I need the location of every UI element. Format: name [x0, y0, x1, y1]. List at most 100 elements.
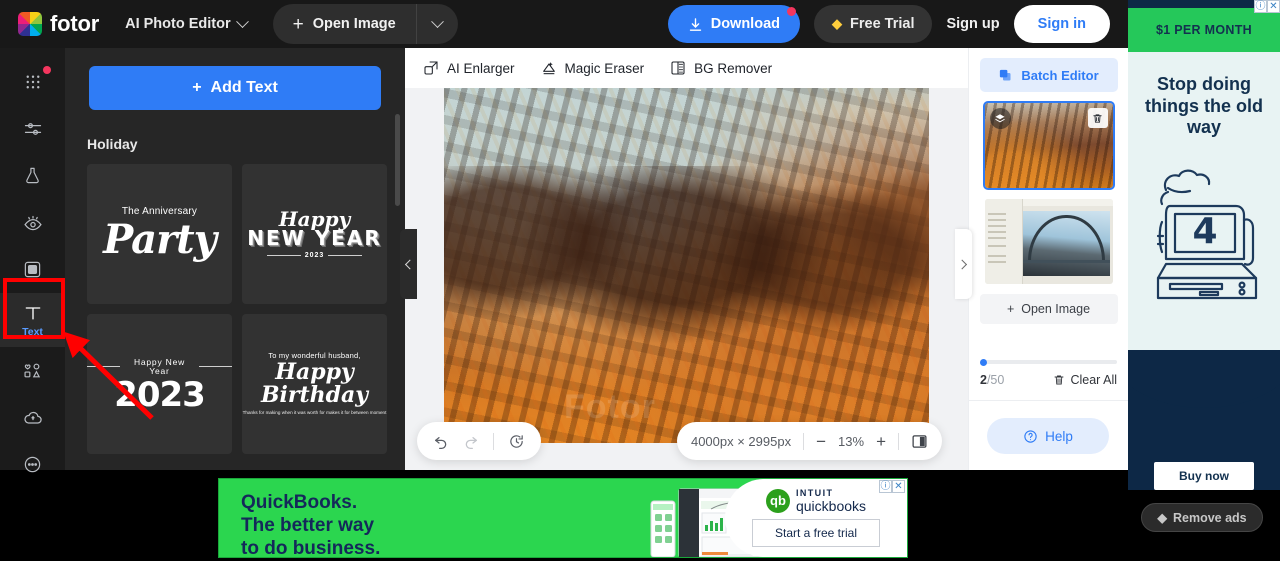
template-card-anniversary-party[interactable]: The Anniversary Party — [87, 164, 232, 304]
history-button[interactable] — [508, 433, 525, 450]
add-text-label: Add Text — [210, 79, 278, 96]
remove-ads-button[interactable]: ◆ Remove ads — [1141, 503, 1263, 532]
compare-button[interactable] — [911, 433, 928, 450]
template-text-line2: Happy Birthday — [260, 358, 369, 408]
sidebar-item-adjust[interactable] — [0, 105, 65, 152]
canvas-watermark: Fotor — [564, 388, 656, 426]
tool-label: AI Enlarger — [447, 60, 515, 76]
sidebar-item-text[interactable]: Text — [0, 293, 65, 347]
history-toolbar — [417, 422, 541, 460]
thumbnail-desert-canyon[interactable] — [982, 101, 1115, 190]
sliders-icon — [24, 122, 41, 135]
sidebar-item-beauty[interactable] — [0, 152, 65, 199]
sidebar-item-frame[interactable] — [0, 246, 65, 293]
template-text-line2: NEW YEAR — [247, 225, 382, 250]
brand-logo[interactable]: fotor — [18, 11, 99, 37]
delete-thumbnail-button[interactable] — [1087, 108, 1108, 128]
add-text-button[interactable]: + Add Text — [89, 66, 381, 110]
batch-editor-button[interactable]: Batch Editor — [979, 58, 1118, 92]
template-card-happy-birthday[interactable]: To my wonderful husband, Happy Birthday … — [242, 314, 387, 454]
help-button[interactable]: Help — [987, 418, 1109, 454]
zoom-out-button[interactable]: − — [816, 433, 826, 450]
ad-price-banner: $1 PER MONTH — [1128, 8, 1280, 52]
ad-headline-line2: The better way — [241, 515, 375, 537]
collapse-left-panel-button[interactable] — [400, 229, 417, 299]
ad-info-icon[interactable]: ⓘ — [879, 480, 892, 493]
compare-split-icon — [912, 434, 927, 448]
tool-bg-remover[interactable]: BG Remover — [670, 60, 772, 76]
tool-magic-eraser[interactable]: Magic Eraser — [541, 60, 645, 76]
thumbnail-bridge-screenshot[interactable] — [984, 199, 1113, 284]
ad-art-number: 4 — [1192, 211, 1217, 252]
plus-icon: + — [1006, 302, 1015, 316]
tool-label: Magic Eraser — [564, 60, 645, 76]
open-image-label: Open Image — [1021, 302, 1091, 316]
right-panel: Batch Editor + Open Image 2/50 Clear All… — [968, 48, 1128, 470]
ad-buy-now-button[interactable]: Buy now — [1154, 462, 1254, 490]
batch-editor-label: Batch Editor — [1021, 67, 1099, 83]
enlarge-icon — [424, 61, 438, 75]
thumb-photo — [1022, 210, 1110, 276]
ad-price-label: $1 PER MONTH — [1156, 23, 1252, 37]
open-image-button-panel[interactable]: + Open Image — [979, 294, 1118, 324]
batch-layers-icon — [1000, 69, 1011, 80]
canvas-image-desert-canyon[interactable]: Fotor — [444, 88, 929, 443]
download-button[interactable]: Download — [667, 5, 800, 43]
rule-right — [328, 255, 363, 256]
redo-arrow-icon — [465, 437, 477, 449]
help-label: Help — [1045, 428, 1073, 444]
canvas-area[interactable]: Fotor 4000px × 2995px − 13% + — [405, 88, 968, 470]
ad-headline-line3: to do business. — [241, 538, 381, 558]
template-text-line3: Thanks for making when it was worth for … — [242, 409, 387, 415]
sidebar-item-more[interactable] — [0, 441, 65, 488]
template-card-new-year-2023[interactable]: Happy New Year 2023 — [87, 314, 232, 454]
count-current: 2 — [980, 373, 987, 387]
sidebar-item-effects[interactable] — [0, 199, 65, 246]
panel-scrollbar[interactable] — [395, 114, 400, 206]
divider — [493, 432, 494, 450]
sign-in-button[interactable]: Sign in — [1013, 5, 1110, 43]
free-trial-button[interactable]: ◆ Free Trial — [814, 5, 933, 43]
bridge-arch-shape — [1028, 214, 1105, 262]
ad-headline: Stop doing things the old way — [1145, 74, 1263, 138]
divider — [898, 432, 899, 450]
ad-right-skyscraper[interactable]: ⓘ ✕ $1 PER MONTH Stop doing things the o… — [1128, 0, 1280, 490]
sign-up-button[interactable]: Sign up — [946, 16, 999, 32]
more-dots-circle-icon — [24, 456, 41, 473]
ad-bottom-quickbooks[interactable]: QuickBooks. The better way to do busines… — [218, 478, 908, 558]
ad-info-icon[interactable]: ⓘ — [1254, 0, 1267, 13]
open-image-group: + Open Image — [272, 4, 458, 44]
ad-illustration-old-computer: 4 — [1156, 169, 1258, 300]
trash-icon — [1055, 375, 1064, 385]
flask-icon — [26, 167, 39, 184]
template-text-line1: Happy New Year — [133, 356, 186, 376]
open-image-button[interactable]: + Open Image — [273, 4, 416, 44]
ad-body: Stop doing things the old way 4 — [1128, 52, 1280, 382]
ad-close-icon[interactable]: ✕ — [892, 480, 905, 493]
tool-label: BG Remover — [694, 60, 773, 76]
chevron-left-icon — [404, 259, 415, 269]
ad-cta-button[interactable]: Start a free trial — [752, 519, 880, 548]
help-question-icon — [1024, 429, 1037, 443]
zoom-in-button[interactable]: + — [876, 433, 886, 450]
open-image-dropdown-button[interactable] — [415, 4, 458, 44]
template-text-line2: Party — [103, 216, 217, 264]
redo-button[interactable] — [463, 433, 479, 449]
mode-selector[interactable]: AI Photo Editor — [125, 14, 249, 32]
undo-button[interactable] — [433, 433, 449, 449]
history-clock-icon — [510, 434, 523, 448]
sidebar-item-background[interactable] — [0, 394, 65, 441]
tool-ai-enlarger[interactable]: AI Enlarger — [423, 60, 515, 76]
clear-all-button[interactable]: Clear All — [1053, 373, 1117, 387]
sidebar-item-templates[interactable] — [0, 58, 65, 105]
brand-name: fotor — [50, 11, 100, 36]
ad-close-icon[interactable]: ✕ — [1267, 0, 1280, 13]
collapse-right-panel-button[interactable] — [955, 229, 972, 299]
undo-arrow-icon — [435, 437, 447, 449]
rule-right — [199, 366, 232, 368]
ad-brand-logo: qb INTUIT quickbooks — [765, 488, 866, 514]
left-tool-rail: Text — [0, 48, 65, 473]
sidebar-item-elements[interactable] — [0, 347, 65, 394]
layers-badge-button[interactable] — [989, 108, 1011, 129]
template-card-happy-new-year[interactable]: Happy NEW YEAR 2023 — [242, 164, 387, 304]
